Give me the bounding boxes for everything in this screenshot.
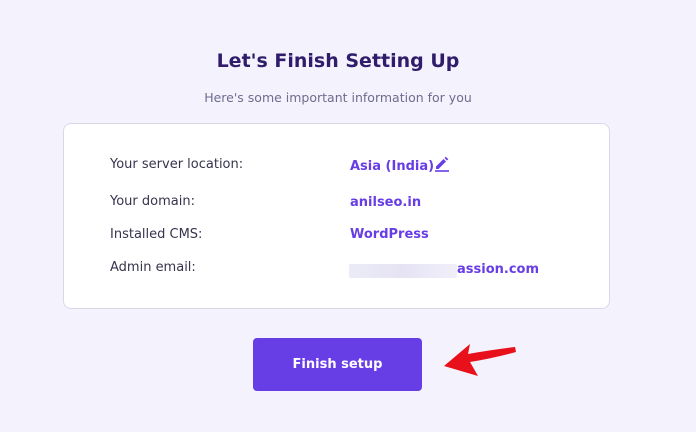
cms-value: WordPress xyxy=(350,227,429,242)
email-redaction-blur xyxy=(349,264,457,278)
domain-value: anilseo.in xyxy=(350,195,422,210)
red-arrow-icon xyxy=(444,344,516,376)
server-location-label: Your server location: xyxy=(110,157,244,172)
pencil-edit-icon[interactable] xyxy=(433,154,451,172)
admin-email-value: assion.com xyxy=(457,262,540,277)
domain-label: Your domain: xyxy=(110,194,195,209)
setup-info-card: Your server location: Asia (India) Your … xyxy=(63,123,610,309)
cms-label: Installed CMS: xyxy=(110,227,203,242)
page-title: Let's Finish Setting Up xyxy=(216,50,460,72)
page-subtitle: Here's some important information for yo… xyxy=(204,90,472,105)
server-location-value: Asia (India) xyxy=(350,159,435,174)
finish-setup-button[interactable]: Finish setup xyxy=(253,338,422,391)
admin-email-label: Admin email: xyxy=(110,260,196,275)
